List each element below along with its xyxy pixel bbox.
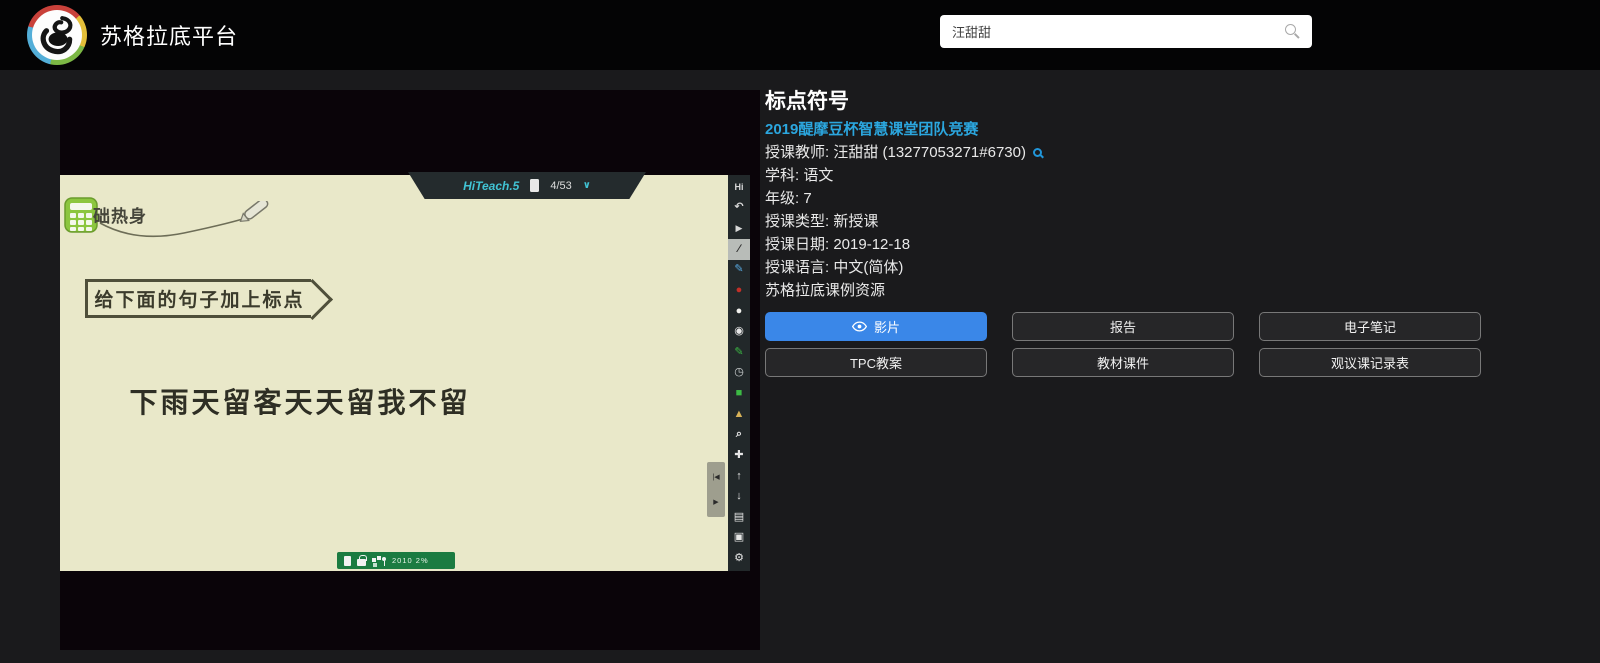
lesson-details-panel: 标点符号 2019醍摩豆杯智慧课堂团队竞赛 授课教师: 汪甜甜 (1327705… [765,88,1482,377]
nav-next-icon: ▶ [707,498,725,506]
exercise-sentence: 下雨天留客天天留我不留 [115,381,485,421]
video-button[interactable]: 影片 [765,312,987,341]
stamp-icon: ◉ [728,321,750,342]
status-page-icon [344,556,351,566]
status-text: 2010 2% [392,556,429,565]
page-indicator: 4/53 [550,180,571,192]
search-box [940,15,1312,48]
sandglass-icon: ▲ [728,404,750,425]
layout-icon [372,558,376,562]
observation-record-button[interactable]: 观议课记录表 [1259,348,1481,377]
search-input[interactable] [940,15,1312,48]
teacher-line: 授课教师: 汪甜甜 (13277053271#6730) [765,141,1482,164]
screenshot-icon: ▣ [728,528,750,549]
cursor-icon: ▶ [728,218,750,239]
contest-link[interactable]: 2019醍摩豆杯智慧课堂团队竞赛 [765,121,978,138]
page-title: 苏格拉底平台 [100,0,238,70]
grade-line: 年级: 7 [765,187,1482,210]
arrow-up-icon: ↑ [728,466,750,487]
lesson-date-line: 授课日期: 2019-12-18 [765,233,1482,256]
hiteach-app-label: HiTeach.5 [463,179,519,193]
settings-gear-icon: ⚙ [728,548,750,569]
video-button-label: 影片 [874,317,900,336]
eraser-icon: ● [728,301,750,322]
red-marker-icon: ● [728,280,750,301]
lock-icon [357,559,366,566]
hiteach-toolbar: Hi ↶ ▶ ∕ ✎ ● ● ◉ ✎ ◷ ■ ▲ ⌕ ✚ ↑ ↓ ▤ ▣ ⚙ [728,175,750,571]
lesson-type-line: 授课类型: 新授课 [765,210,1482,233]
green-pen-icon: ✎ [728,342,750,363]
search-icon[interactable] [1285,24,1296,35]
top-header: 苏格拉底平台 [0,0,1600,70]
arrow-down-icon: ↓ [728,486,750,507]
socrates-logo-inner [32,10,82,60]
courseware-button[interactable]: 教材课件 [1012,348,1234,377]
hiteach-title-bar: HiTeach.5 4/53 ∨ [408,172,646,199]
hiteach-whiteboard-frame: HiTeach.5 4/53 ∨ 础热身 给下面的句子加上标点 下雨天留客天天留… [60,175,750,571]
nav-first-icon: |◀ [707,473,725,481]
pencil-sketch-icon [88,201,288,246]
resource-buttons: 影片 报告 电子笔记 TPC教案 教材课件 观议课记录表 [765,312,1482,377]
lesson-title: 标点符号 [765,88,1482,116]
resources-label: 苏格拉底课例资源 [765,279,1482,302]
hiteach-status-bar: 2010 2% [337,552,455,569]
brush-icon: ✎ [728,260,750,281]
contest-link-row: 2019醍摩豆杯智慧课堂团队竞赛 [765,118,1482,141]
language-line: 授课语言: 中文(简体) [765,256,1482,279]
task-banner: 给下面的句子加上标点 [85,279,311,318]
video-player[interactable]: HiTeach.5 4/53 ∨ 础热身 给下面的句子加上标点 下雨天留客天天留… [60,90,760,650]
ink-bird-icon [38,15,76,55]
page-nav-popup: |◀ ▶ [707,462,725,517]
undo-icon: ↶ [728,198,750,219]
tpc-plan-button[interactable]: TPC教案 [765,348,987,377]
pen-tool-icon: ∕ [728,239,750,260]
enote-button[interactable]: 电子笔记 [1259,312,1481,341]
socrates-logo [27,5,87,65]
widget-icon: ■ [728,383,750,404]
chevron-down-icon: ∨ [583,180,591,191]
zoom-icon: ⌕ [728,425,750,446]
report-button[interactable]: 报告 [1012,312,1234,341]
clipboard-icon: ▤ [728,507,750,528]
teacher-text: 授课教师: 汪甜甜 (13277053271#6730) [765,141,1026,164]
eye-icon [852,321,867,332]
hiteach-menu-icon: Hi [728,177,750,198]
page-icon [530,179,539,192]
timer-icon: ◷ [728,363,750,384]
subject-line: 学科: 语文 [765,164,1482,187]
move-icon: ✚ [728,445,750,466]
teacher-search-icon[interactable] [1033,148,1042,157]
signal-icon [382,557,386,561]
